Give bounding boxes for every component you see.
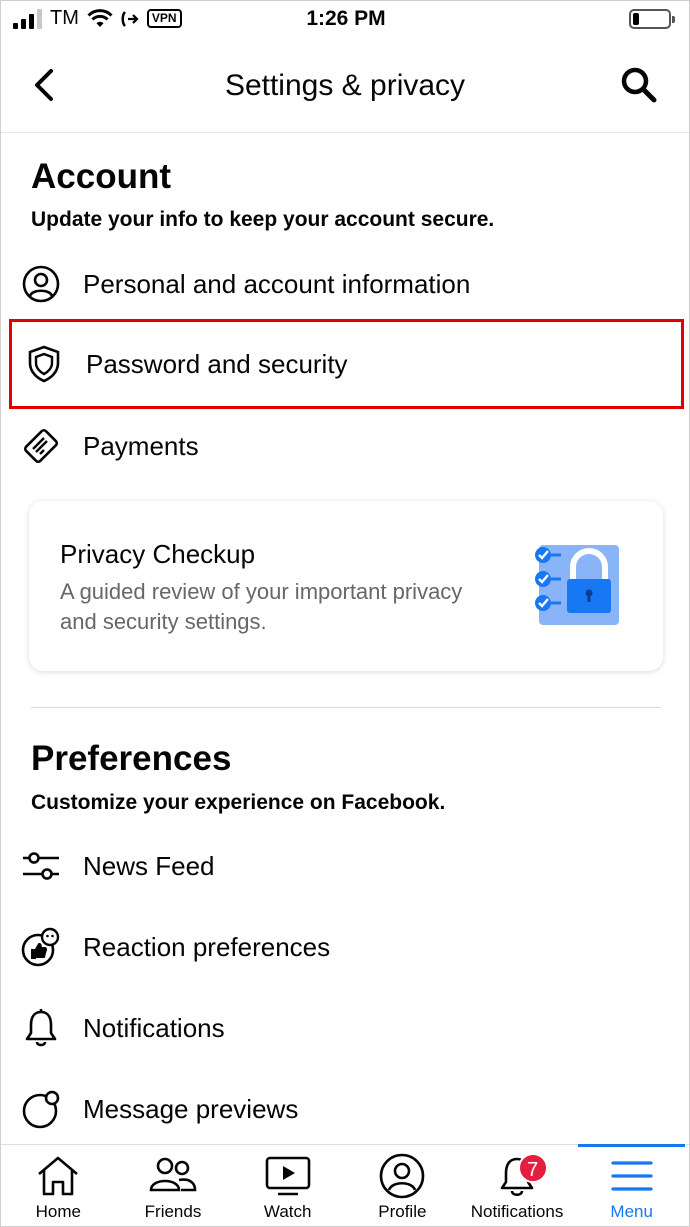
tab-label: Home — [35, 1202, 82, 1221]
bell-icon — [21, 1008, 61, 1048]
item-label: Reaction preferences — [83, 931, 331, 962]
header: Settings & privacy — [1, 45, 689, 133]
tab-friends[interactable]: Friends — [116, 1145, 231, 1226]
tab-menu[interactable]: Menu — [574, 1144, 689, 1226]
reaction-icon — [21, 927, 61, 967]
tab-label: Notifications — [470, 1202, 564, 1221]
tab-label: Watch — [263, 1202, 312, 1221]
home-icon — [32, 1150, 84, 1202]
section-divider — [31, 707, 661, 708]
notifications-item[interactable]: Notifications — [9, 988, 684, 1068]
privacy-checkup-card[interactable]: Privacy Checkup A guided review of your … — [29, 501, 663, 671]
battery-icon — [629, 9, 675, 29]
item-label: News Feed — [83, 850, 215, 881]
news-feed-item[interactable]: News Feed — [9, 826, 684, 906]
bottom-tab-bar: Home Friends Watch Profile 7 Notificatio… — [1, 1144, 689, 1226]
menu-icon — [606, 1150, 658, 1202]
account-section-title: Account — [31, 157, 171, 196]
password-security-item[interactable]: Password and security — [9, 319, 684, 409]
preferences-section-subtitle: Customize your experience on Facebook. — [31, 791, 446, 814]
tab-watch[interactable]: Watch — [230, 1145, 345, 1226]
tab-notifications[interactable]: 7 Notifications — [460, 1145, 575, 1226]
item-label: Payments — [83, 430, 199, 461]
status-time: 1:26 PM — [306, 7, 386, 30]
item-label: Notifications — [83, 1012, 225, 1043]
tab-label: Friends — [144, 1202, 202, 1221]
page-title: Settings & privacy — [224, 69, 466, 102]
message-preview-icon — [21, 1089, 61, 1129]
payments-item[interactable]: Payments — [9, 406, 684, 486]
notification-badge: 7 — [517, 1153, 548, 1183]
shield-icon — [24, 344, 64, 384]
reaction-preferences-item[interactable]: Reaction preferences — [9, 907, 684, 987]
lock-checklist-icon — [535, 545, 619, 625]
person-circle-icon — [21, 264, 61, 304]
card-icon — [21, 426, 61, 466]
card-description: A guided review of your important privac… — [60, 579, 463, 634]
status-bar: TM VPN 1:26 PM — [1, 1, 690, 41]
friends-icon — [147, 1150, 199, 1202]
watch-icon — [262, 1150, 314, 1202]
sliders-icon — [21, 846, 61, 886]
tab-profile[interactable]: Profile — [345, 1145, 460, 1226]
tab-home[interactable]: Home — [1, 1145, 116, 1226]
personal-account-info-item[interactable]: Personal and account information — [9, 244, 684, 324]
message-previews-item[interactable]: Message previews — [9, 1069, 684, 1149]
item-label: Personal and account information — [83, 268, 471, 299]
card-title: Privacy Checkup — [60, 539, 256, 569]
item-label: Message previews — [83, 1093, 299, 1124]
profile-icon — [376, 1150, 428, 1202]
tab-label: Menu — [610, 1202, 653, 1221]
tab-label: Profile — [378, 1202, 427, 1221]
preferences-section-title: Preferences — [31, 739, 232, 778]
account-section-subtitle: Update your info to keep your account se… — [31, 208, 495, 231]
item-label: Password and security — [86, 348, 348, 379]
search-icon[interactable] — [619, 65, 659, 105]
